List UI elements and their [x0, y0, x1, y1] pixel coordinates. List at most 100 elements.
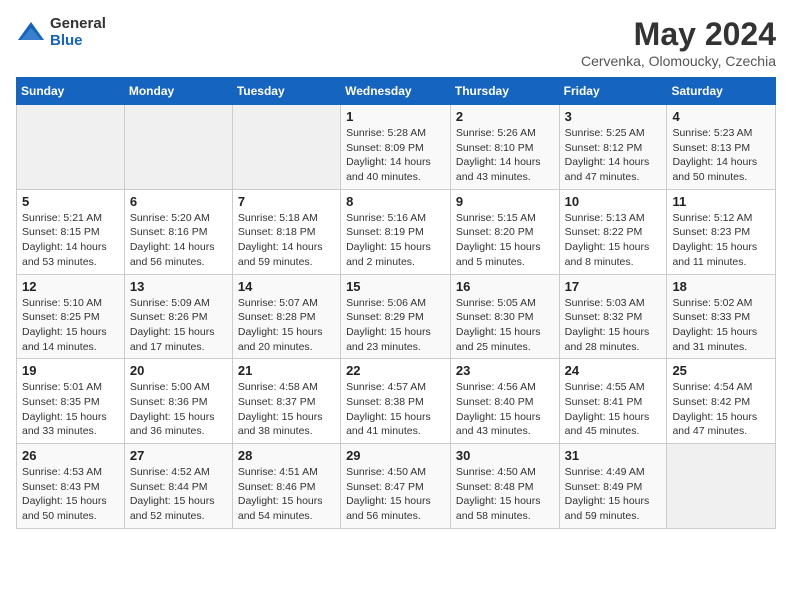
calendar-cell: 21Sunrise: 4:58 AM Sunset: 8:37 PM Dayli…: [232, 359, 340, 444]
weekday-header-saturday: Saturday: [667, 78, 776, 105]
calendar-cell: 25 Sunrise: 4:54 AM Sunset: 8:42 PM Dayli…: [667, 359, 776, 444]
day-number: 11: [672, 194, 770, 209]
day-info: Sunrise: 5:18 AM Sunset: 8:18 PM Dayligh…: [238, 211, 335, 270]
calendar-week-row: 1 Sunrise: 5:28 AM Sunset: 8:09 PM Daylig…: [17, 105, 776, 190]
calendar-cell: 24 Sunrise: 4:55 AM Sunset: 8:41 PM Dayli…: [559, 359, 667, 444]
day-number: 9: [456, 194, 554, 209]
calendar-cell: 8 Sunrise: 5:16 AM Sunset: 8:19 PM Daylig…: [341, 189, 451, 274]
calendar-cell: 28 Sunrise: 4:51 AM Sunset: 8:46 PM Dayli…: [232, 444, 340, 529]
day-number: 2: [456, 109, 554, 124]
day-info: Sunrise: 4:58 AM Sunset: 8:37 PM Dayligh…: [238, 380, 335, 439]
calendar-week-row: 26Sunrise: 4:53 AM Sunset: 8:43 PM Dayli…: [17, 444, 776, 529]
calendar-cell: 6 Sunrise: 5:20 AM Sunset: 8:16 PM Daylig…: [124, 189, 232, 274]
day-number: 14: [238, 279, 335, 294]
day-number: 29: [346, 448, 445, 463]
day-info: Sunrise: 5:03 AM Sunset: 8:32 PM Dayligh…: [565, 296, 662, 355]
day-info: Sunrise: 5:09 AM Sunset: 8:26 PM Dayligh…: [130, 296, 227, 355]
day-info: Sunrise: 4:56 AM Sunset: 8:40 PM Dayligh…: [456, 380, 554, 439]
day-info: Sunrise: 4:54 AM Sunset: 8:42 PM Dayligh…: [672, 380, 770, 439]
page-header: General Blue May 2024 Cervenka, Olomouck…: [16, 16, 776, 69]
calendar-week-row: 5 Sunrise: 5:21 AM Sunset: 8:15 PM Daylig…: [17, 189, 776, 274]
day-number: 25: [672, 363, 770, 378]
day-info: Sunrise: 5:20 AM Sunset: 8:16 PM Dayligh…: [130, 211, 227, 270]
day-number: 8: [346, 194, 445, 209]
day-info: Sunrise: 5:25 AM Sunset: 8:12 PM Dayligh…: [565, 126, 662, 185]
weekday-header-tuesday: Tuesday: [232, 78, 340, 105]
day-number: 18: [672, 279, 770, 294]
day-info: Sunrise: 5:05 AM Sunset: 8:30 PM Dayligh…: [456, 296, 554, 355]
calendar-cell: 19 Sunrise: 5:01 AM Sunset: 8:35 PM Dayli…: [17, 359, 125, 444]
day-info: Sunrise: 4:51 AM Sunset: 8:46 PM Dayligh…: [238, 465, 335, 524]
calendar-cell: 27Sunrise: 4:52 AM Sunset: 8:44 PM Dayli…: [124, 444, 232, 529]
weekday-header-thursday: Thursday: [450, 78, 559, 105]
day-info: Sunrise: 5:21 AM Sunset: 8:15 PM Dayligh…: [22, 211, 119, 270]
weekday-header-friday: Friday: [559, 78, 667, 105]
day-number: 6: [130, 194, 227, 209]
day-info: Sunrise: 4:53 AM Sunset: 8:43 PM Dayligh…: [22, 465, 119, 524]
weekday-header-wednesday: Wednesday: [341, 78, 451, 105]
weekday-header-sunday: Sunday: [17, 78, 125, 105]
calendar-week-row: 12Sunrise: 5:10 AM Sunset: 8:25 PM Dayli…: [17, 274, 776, 359]
day-info: Sunrise: 5:16 AM Sunset: 8:19 PM Dayligh…: [346, 211, 445, 270]
day-number: 13: [130, 279, 227, 294]
calendar-cell: 30 Sunrise: 4:50 AM Sunset: 8:48 PM Dayli…: [450, 444, 559, 529]
weekday-header-row: SundayMondayTuesdayWednesdayThursdayFrid…: [17, 78, 776, 105]
day-number: 17: [565, 279, 662, 294]
calendar-table: SundayMondayTuesdayWednesdayThursdayFrid…: [16, 77, 776, 529]
day-info: Sunrise: 5:13 AM Sunset: 8:22 PM Dayligh…: [565, 211, 662, 270]
day-info: Sunrise: 5:07 AM Sunset: 8:28 PM Dayligh…: [238, 296, 335, 355]
calendar-cell: 20 Sunrise: 5:00 AM Sunset: 8:36 PM Dayli…: [124, 359, 232, 444]
calendar-cell: 16 Sunrise: 5:05 AM Sunset: 8:30 PM Dayli…: [450, 274, 559, 359]
calendar-cell: 17 Sunrise: 5:03 AM Sunset: 8:32 PM Dayli…: [559, 274, 667, 359]
day-info: Sunrise: 4:50 AM Sunset: 8:48 PM Dayligh…: [456, 465, 554, 524]
day-info: Sunrise: 4:49 AM Sunset: 8:49 PM Dayligh…: [565, 465, 662, 524]
day-number: 27: [130, 448, 227, 463]
day-info: Sunrise: 5:28 AM Sunset: 8:09 PM Dayligh…: [346, 126, 445, 185]
day-number: 5: [22, 194, 119, 209]
calendar-cell: 7 Sunrise: 5:18 AM Sunset: 8:18 PM Daylig…: [232, 189, 340, 274]
calendar-cell: 29 Sunrise: 4:50 AM Sunset: 8:47 PM Dayli…: [341, 444, 451, 529]
day-number: 1: [346, 109, 445, 124]
calendar-cell: 22 Sunrise: 4:57 AM Sunset: 8:38 PM Dayli…: [341, 359, 451, 444]
day-info: Sunrise: 5:15 AM Sunset: 8:20 PM Dayligh…: [456, 211, 554, 270]
day-number: 30: [456, 448, 554, 463]
calendar-cell: 26Sunrise: 4:53 AM Sunset: 8:43 PM Dayli…: [17, 444, 125, 529]
day-number: 7: [238, 194, 335, 209]
day-number: 31: [565, 448, 662, 463]
day-number: 12: [22, 279, 119, 294]
calendar-cell: 5 Sunrise: 5:21 AM Sunset: 8:15 PM Daylig…: [17, 189, 125, 274]
location-subtitle: Cervenka, Olomoucky, Czechia: [581, 53, 776, 69]
calendar-cell: 2Sunrise: 5:26 AM Sunset: 8:10 PM Daylig…: [450, 105, 559, 190]
day-number: 24: [565, 363, 662, 378]
calendar-cell: 31 Sunrise: 4:49 AM Sunset: 8:49 PM Dayli…: [559, 444, 667, 529]
day-info: Sunrise: 5:23 AM Sunset: 8:13 PM Dayligh…: [672, 126, 770, 185]
calendar-cell: 9 Sunrise: 5:15 AM Sunset: 8:20 PM Daylig…: [450, 189, 559, 274]
logo: General Blue: [16, 16, 106, 49]
day-number: 4: [672, 109, 770, 124]
day-number: 16: [456, 279, 554, 294]
month-title: May 2024: [581, 16, 776, 53]
calendar-week-row: 19 Sunrise: 5:01 AM Sunset: 8:35 PM Dayli…: [17, 359, 776, 444]
title-block: May 2024 Cervenka, Olomoucky, Czechia: [581, 16, 776, 69]
day-number: 10: [565, 194, 662, 209]
day-number: 15: [346, 279, 445, 294]
day-info: Sunrise: 5:00 AM Sunset: 8:36 PM Dayligh…: [130, 380, 227, 439]
day-info: Sunrise: 4:50 AM Sunset: 8:47 PM Dayligh…: [346, 465, 445, 524]
calendar-cell: 23 Sunrise: 4:56 AM Sunset: 8:40 PM Dayli…: [450, 359, 559, 444]
day-info: Sunrise: 4:57 AM Sunset: 8:38 PM Dayligh…: [346, 380, 445, 439]
calendar-cell: 1 Sunrise: 5:28 AM Sunset: 8:09 PM Daylig…: [341, 105, 451, 190]
logo-icon: [16, 18, 46, 48]
calendar-cell: 4 Sunrise: 5:23 AM Sunset: 8:13 PM Daylig…: [667, 105, 776, 190]
day-info: Sunrise: 5:12 AM Sunset: 8:23 PM Dayligh…: [672, 211, 770, 270]
day-number: 22: [346, 363, 445, 378]
day-info: Sunrise: 4:55 AM Sunset: 8:41 PM Dayligh…: [565, 380, 662, 439]
logo-blue: Blue: [50, 33, 106, 50]
day-number: 20: [130, 363, 227, 378]
day-info: Sunrise: 5:01 AM Sunset: 8:35 PM Dayligh…: [22, 380, 119, 439]
day-number: 19: [22, 363, 119, 378]
day-number: 23: [456, 363, 554, 378]
calendar-cell: 14 Sunrise: 5:07 AM Sunset: 8:28 PM Dayli…: [232, 274, 340, 359]
calendar-cell: [232, 105, 340, 190]
day-number: 28: [238, 448, 335, 463]
calendar-cell: 15Sunrise: 5:06 AM Sunset: 8:29 PM Dayli…: [341, 274, 451, 359]
